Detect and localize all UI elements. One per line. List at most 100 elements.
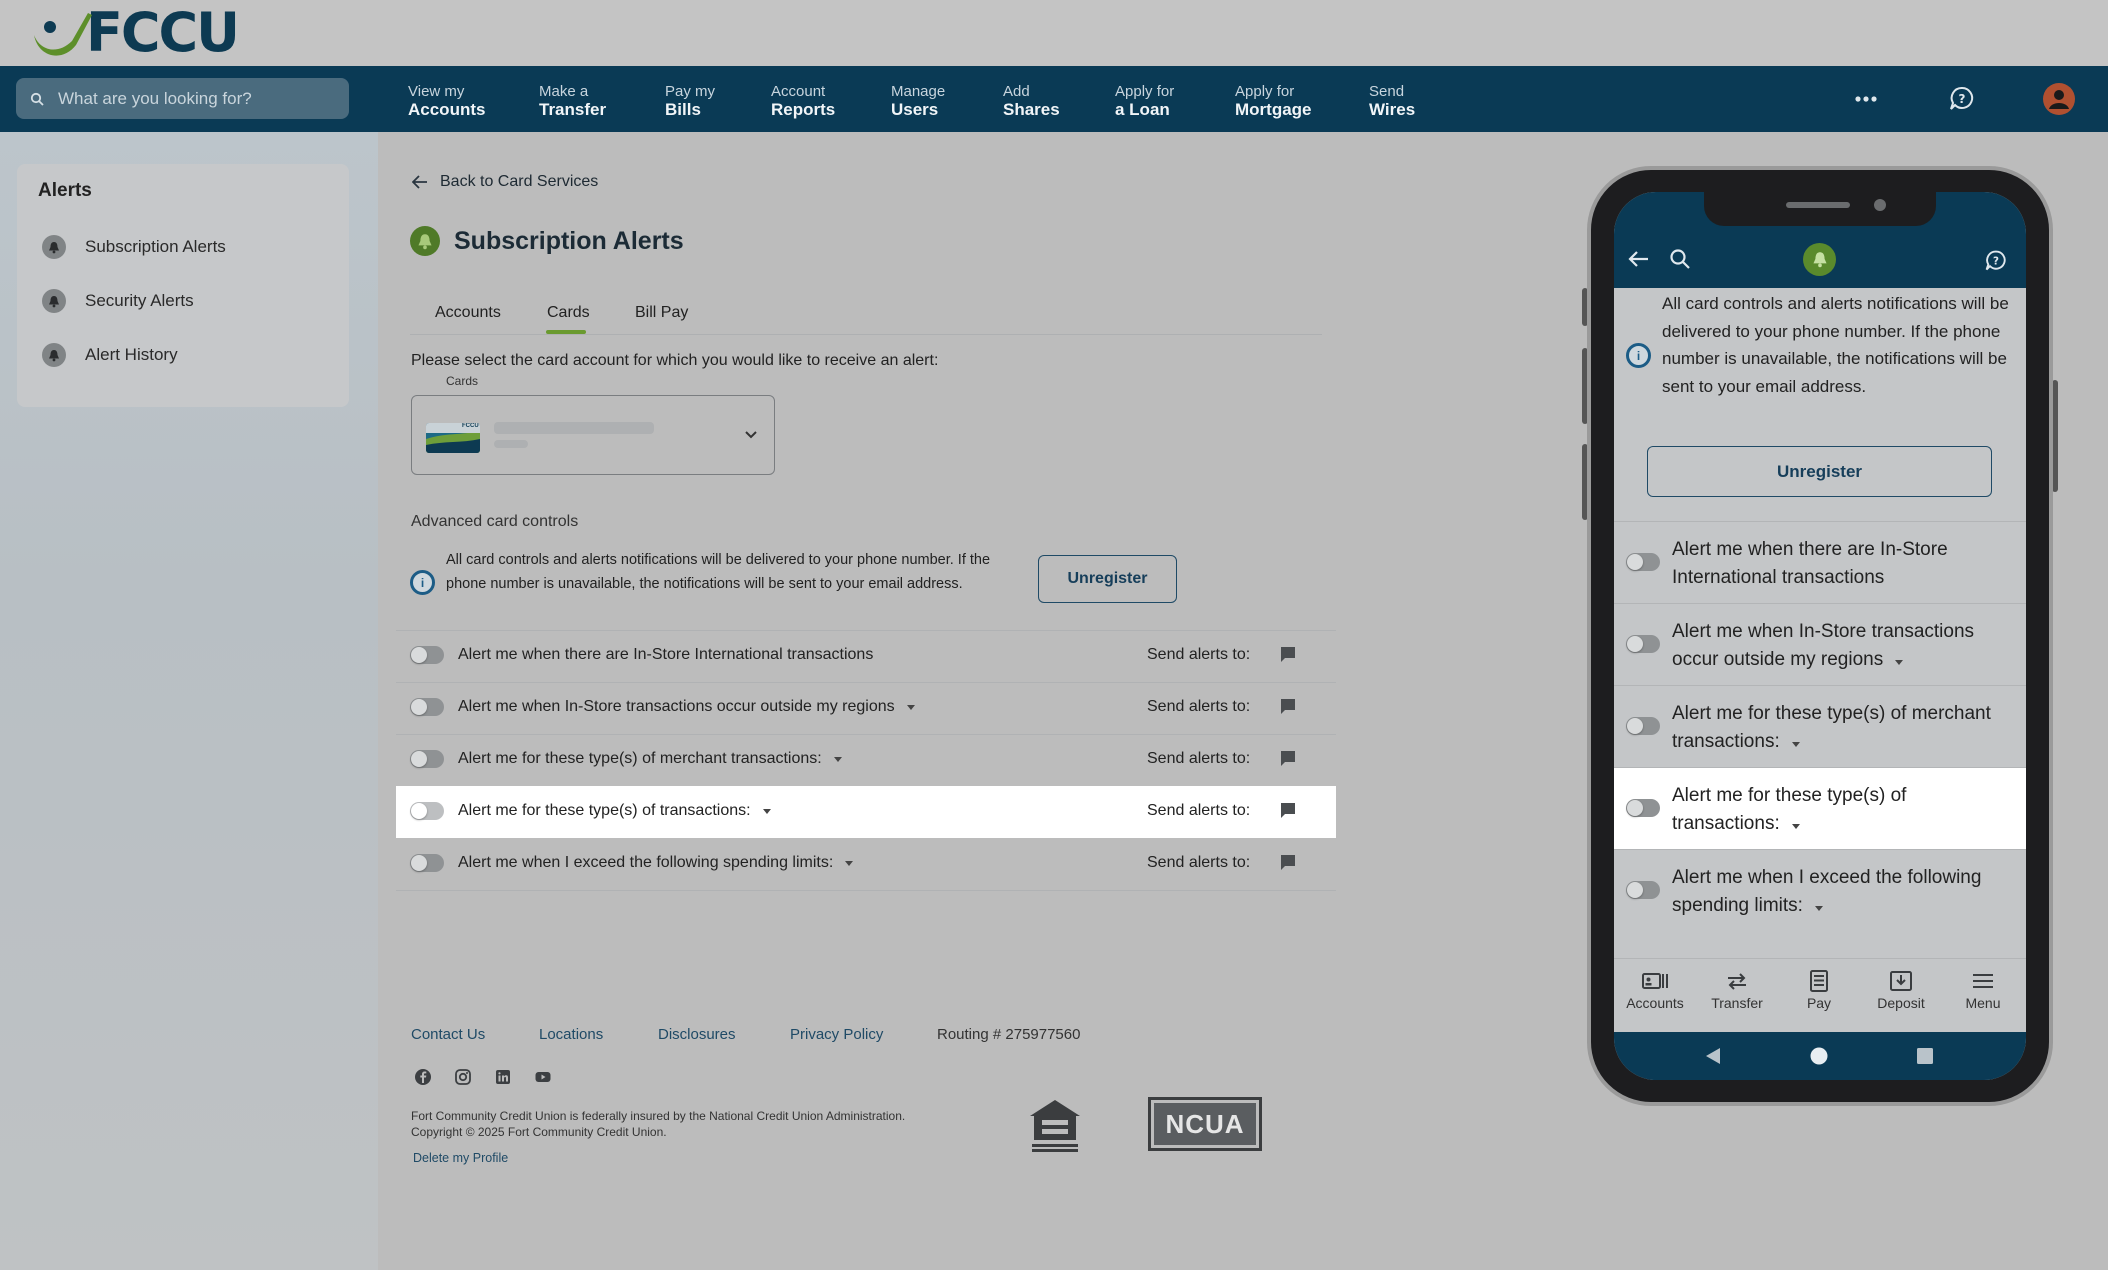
phone-alert-label[interactable]: Alert me for these type(s) of merchant t… bbox=[1672, 700, 2012, 755]
caret-down-icon bbox=[1895, 659, 1904, 665]
footer-link-disclosures[interactable]: Disclosures bbox=[658, 1026, 736, 1043]
svg-text:?: ? bbox=[1959, 92, 1966, 106]
card-thumb-text: FCCU bbox=[462, 423, 479, 429]
phone-tab-transfer[interactable]: Transfer bbox=[1696, 967, 1778, 1011]
phone-alert-label[interactable]: Alert me for these type(s) of transactio… bbox=[1672, 782, 2012, 837]
phone-system-nav-bar bbox=[1614, 1032, 2026, 1080]
phone-alert-toggle[interactable] bbox=[1626, 799, 1660, 817]
sidebar-item-label: Subscription Alerts bbox=[85, 237, 226, 256]
sidebar-item-alert-history[interactable]: Alert History bbox=[42, 340, 178, 370]
routing-number: Routing # 275977560 bbox=[937, 1026, 1081, 1043]
tab-cards[interactable]: Cards bbox=[547, 304, 590, 322]
legal-text: Fort Community Credit Union is federally… bbox=[411, 1108, 905, 1140]
masked-card-number bbox=[494, 440, 528, 448]
help-chat-button[interactable]: ? bbox=[1948, 66, 1976, 132]
profile-avatar-button[interactable] bbox=[2043, 66, 2075, 132]
caret-down-icon bbox=[762, 808, 771, 814]
system-back-icon[interactable] bbox=[1704, 1046, 1722, 1066]
phone-alert-row-spending-limits: Alert me when I exceed the following spe… bbox=[1614, 849, 2026, 931]
send-alerts-label: Send alerts to: bbox=[1147, 646, 1251, 663]
fccu-logo[interactable]: FCCU bbox=[32, 6, 240, 60]
alerts-sidebar: Alerts Subscription Alerts Security Aler… bbox=[17, 164, 349, 407]
phone-unregister-button[interactable]: Unregister bbox=[1647, 446, 1992, 497]
footer-link-locations[interactable]: Locations bbox=[539, 1026, 603, 1043]
chat-icon[interactable] bbox=[1280, 802, 1296, 820]
caret-down-icon bbox=[906, 704, 915, 710]
phone-tab-pay[interactable]: Pay bbox=[1778, 967, 1860, 1011]
tab-accounts[interactable]: Accounts bbox=[435, 304, 501, 322]
phone-alert-toggle[interactable] bbox=[1626, 553, 1660, 571]
nav-pay-bills[interactable]: Pay my Bills bbox=[665, 83, 715, 119]
alert-toggle[interactable] bbox=[410, 698, 444, 716]
alert-row-international: Alert me when there are In-Store Interna… bbox=[396, 630, 1336, 682]
phone-back-arrow-icon[interactable] bbox=[1628, 250, 1650, 268]
phone-tab-deposit[interactable]: Deposit bbox=[1860, 967, 1942, 1011]
sidebar-item-label: Alert History bbox=[85, 345, 178, 364]
search-box[interactable] bbox=[16, 78, 349, 119]
alert-toggle[interactable] bbox=[410, 854, 444, 872]
phone-tab-label: Deposit bbox=[1877, 995, 1925, 1011]
phone-search-icon[interactable] bbox=[1669, 248, 1691, 270]
alert-toggle[interactable] bbox=[410, 750, 444, 768]
phone-alert-label[interactable]: Alert me when In-Store transactions occu… bbox=[1672, 618, 2012, 673]
alert-toggle[interactable] bbox=[410, 802, 444, 820]
nav-add-shares[interactable]: Add Shares bbox=[1003, 83, 1060, 119]
nav-apply-mortgage[interactable]: Apply for Mortgage bbox=[1235, 83, 1312, 119]
phone-alert-toggle[interactable] bbox=[1626, 717, 1660, 735]
alert-row-outside-regions: Alert me when In-Store transactions occu… bbox=[396, 682, 1336, 734]
avatar-icon bbox=[2043, 83, 2075, 115]
delete-profile-link[interactable]: Delete my Profile bbox=[413, 1151, 508, 1165]
youtube-icon[interactable] bbox=[534, 1068, 552, 1086]
nav-label-bottom: Users bbox=[891, 100, 939, 119]
phone-tab-label: Pay bbox=[1806, 995, 1832, 1011]
phone-notch bbox=[1704, 192, 1936, 226]
chat-icon[interactable] bbox=[1280, 646, 1296, 664]
page-title: Subscription Alerts bbox=[410, 226, 684, 256]
back-to-card-services-link[interactable]: Back to Card Services bbox=[412, 173, 598, 191]
page-title-text: Subscription Alerts bbox=[454, 226, 684, 255]
chat-icon[interactable] bbox=[1280, 854, 1296, 872]
alert-toggle[interactable] bbox=[410, 646, 444, 664]
alert-label[interactable]: Alert me for these type(s) of transactio… bbox=[458, 802, 771, 820]
more-dots-icon bbox=[1855, 96, 1877, 102]
unregister-button[interactable]: Unregister bbox=[1038, 555, 1177, 603]
search-input[interactable] bbox=[58, 88, 318, 109]
footer-link-contact-us[interactable]: Contact Us bbox=[411, 1026, 485, 1043]
footer-link-privacy-policy[interactable]: Privacy Policy bbox=[790, 1026, 883, 1043]
legal-copyright-text: Copyright © 2025 Fort Community Credit U… bbox=[411, 1125, 667, 1139]
card-select-prompt: Please select the card account for which… bbox=[411, 352, 939, 369]
nav-account-reports[interactable]: Account Reports bbox=[771, 83, 835, 119]
alert-label[interactable]: Alert me when I exceed the following spe… bbox=[458, 854, 854, 872]
active-tab-indicator bbox=[546, 330, 586, 334]
nav-manage-users[interactable]: Manage Users bbox=[891, 83, 945, 119]
alert-label[interactable]: Alert me when In-Store transactions occu… bbox=[458, 698, 915, 716]
phone-alert-label[interactable]: Alert me when I exceed the following spe… bbox=[1672, 864, 2012, 919]
sidebar-item-subscription-alerts[interactable]: Subscription Alerts bbox=[42, 232, 226, 262]
nav-send-wires[interactable]: Send Wires bbox=[1369, 83, 1415, 119]
tab-bill-pay[interactable]: Bill Pay bbox=[635, 304, 688, 322]
chat-icon[interactable] bbox=[1280, 750, 1296, 768]
phone-tab-bar: Accounts Transfer Pay Deposit Menu bbox=[1614, 958, 2026, 1032]
system-recents-icon[interactable] bbox=[1917, 1048, 1933, 1064]
phone-tab-menu[interactable]: Menu bbox=[1942, 967, 2024, 1011]
nav-apply-loan[interactable]: Apply for a Loan bbox=[1115, 83, 1174, 119]
sidebar-title: Alerts bbox=[38, 180, 92, 201]
caret-down-icon bbox=[833, 756, 842, 762]
linkedin-icon[interactable] bbox=[494, 1068, 512, 1086]
search-icon bbox=[30, 92, 44, 106]
instagram-icon[interactable] bbox=[454, 1068, 472, 1086]
more-button[interactable] bbox=[1854, 66, 1878, 132]
sidebar-item-security-alerts[interactable]: Security Alerts bbox=[42, 286, 194, 316]
phone-alert-toggle[interactable] bbox=[1626, 635, 1660, 653]
nav-make-transfer[interactable]: Make a Transfer bbox=[539, 83, 606, 119]
phone-alert-toggle[interactable] bbox=[1626, 881, 1660, 899]
nav-view-accounts[interactable]: View my Accounts bbox=[408, 83, 485, 119]
phone-tab-accounts[interactable]: Accounts bbox=[1614, 967, 1696, 1011]
caret-down-icon bbox=[1791, 741, 1800, 747]
system-home-icon[interactable] bbox=[1809, 1046, 1829, 1066]
chat-icon[interactable] bbox=[1280, 698, 1296, 716]
facebook-icon[interactable] bbox=[414, 1068, 432, 1086]
nav-label-bottom: Mortgage bbox=[1235, 100, 1312, 119]
phone-help-chat-icon[interactable]: ? bbox=[1984, 249, 2008, 273]
alert-label[interactable]: Alert me for these type(s) of merchant t… bbox=[458, 750, 842, 768]
